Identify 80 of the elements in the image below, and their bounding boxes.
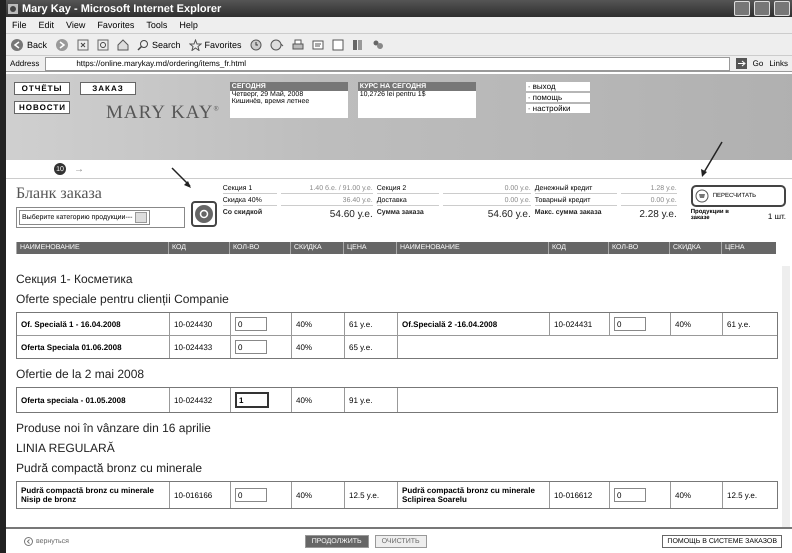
nav-button[interactable]: НОВОСТИ: [14, 101, 70, 114]
back-icon: [24, 536, 33, 546]
scrollbar[interactable]: [782, 266, 790, 527]
section-heading: LINIA REGULARĂ: [16, 441, 116, 455]
print-icon[interactable]: [292, 38, 304, 50]
quantity-field[interactable]: 0: [614, 317, 646, 331]
product-name: Of.Specială 2 -16.04.2008: [397, 313, 549, 335]
edit-icon[interactable]: [312, 38, 324, 50]
basket-icon: [694, 189, 709, 203]
show-button[interactable]: [194, 205, 213, 223]
header-link[interactable]: · помощь: [526, 93, 590, 102]
product-code: 10-024433: [169, 336, 230, 358]
section-heading: Секция 1- Косметика: [16, 272, 134, 286]
quantity-field[interactable]: 1: [235, 392, 269, 408]
product-code: 10-016166: [169, 482, 230, 508]
menu-item[interactable]: Favorites: [97, 20, 134, 30]
summary-value: 54.60 у.е.: [328, 209, 373, 221]
nav-button[interactable]: ОТЧЁТЫ: [14, 82, 70, 95]
annotation-arrow: [171, 167, 191, 188]
discount-cell: 40%: [291, 336, 344, 358]
star-icon: [188, 38, 202, 50]
price-cell: 61 y.e.: [722, 313, 777, 335]
quantity-field[interactable]: 0: [235, 488, 267, 502]
product-name: Pudră compactă bronz cu minerale Nisip de bronz: [20, 485, 155, 506]
forward-icon[interactable]: [55, 38, 70, 52]
address-field[interactable]: https://online.marykay.md/ordering/items_fr.html: [45, 56, 730, 70]
discount-cell: 40%: [670, 313, 722, 335]
summary-value: 54.60 у.е.: [486, 209, 531, 221]
price-cell: 61 y.e.: [344, 313, 397, 335]
quantity-field[interactable]: 0: [235, 340, 267, 354]
step-arrow: →: [74, 164, 84, 174]
product-name: Pudră compactă bronz cu minerale Sclipirea Soarelu: [397, 482, 549, 508]
discount-cell: 40%: [291, 482, 344, 508]
menu-item[interactable]: View: [66, 20, 86, 30]
price-cell: 91 y.e.: [344, 388, 397, 412]
discount-cell: 40%: [670, 482, 722, 508]
favorites-button[interactable]: Favorites: [188, 38, 242, 50]
section-heading: Oferte speciale pentru clienții Companie: [16, 292, 230, 306]
logo: MARY KAY$^{®}$: [106, 102, 220, 124]
product-name: Of. Specială 1 - 16.04.2008: [20, 318, 122, 331]
section-heading: Ofertie de la 2 mai 2008: [16, 367, 146, 381]
go-icon[interactable]: [736, 58, 747, 69]
search-button[interactable]: Search: [137, 38, 181, 50]
header-link[interactable]: · выход: [526, 82, 590, 91]
header-link[interactable]: · настройки: [526, 104, 590, 113]
price-cell: 65 y.e.: [344, 336, 397, 358]
product-code: 10-024430: [169, 313, 230, 335]
section-heading: Produse noi în vânzare din 16 aprilie: [16, 421, 212, 435]
price-cell: 12.5 y.e.: [344, 482, 397, 508]
annotation-arrow: [701, 142, 723, 177]
menu-item[interactable]: Tools: [146, 20, 168, 30]
form-title: Бланк заказа: [16, 185, 103, 203]
ring-icon: [198, 209, 209, 219]
history-icon[interactable]: [250, 38, 262, 50]
product-code: 10-024432: [169, 388, 230, 412]
quantity-field[interactable]: 0: [235, 317, 267, 331]
search-icon: [137, 38, 150, 50]
product-name: Oferta Speciala 01.06.2008: [20, 342, 123, 354]
home-icon[interactable]: [117, 38, 130, 50]
window-title: Mary Kay - Microsoft Internet Explorer: [22, 2, 222, 14]
summary-value: 2.28 у.е.: [638, 209, 677, 221]
stop-icon[interactable]: [77, 38, 90, 50]
address-label: Address: [10, 59, 40, 68]
links-label[interactable]: Links: [769, 59, 788, 68]
menu-item[interactable]: Edit: [38, 20, 54, 30]
section-heading: Pudră compactă bronz cu minerale: [16, 461, 204, 475]
items-count: 1 шт.: [768, 212, 786, 221]
menu-item[interactable]: File: [12, 20, 27, 30]
quantity-field[interactable]: 0: [614, 488, 646, 502]
go-button[interactable]: Go: [752, 59, 764, 68]
menu-item[interactable]: Help: [179, 20, 198, 30]
price-cell: 12.5 y.e.: [722, 482, 777, 508]
product-code: 10-024431: [549, 313, 609, 335]
discount-cell: 40%: [291, 388, 344, 412]
back-button[interactable]: Back: [10, 38, 48, 52]
discount-cell: 40%: [291, 313, 344, 335]
product-code: 10-016612: [549, 482, 609, 508]
back-icon: [10, 38, 24, 52]
nav-button[interactable]: ЗАКАЗ: [80, 82, 136, 95]
product-name: Oferta speciala - 01.05.2008: [20, 394, 127, 407]
